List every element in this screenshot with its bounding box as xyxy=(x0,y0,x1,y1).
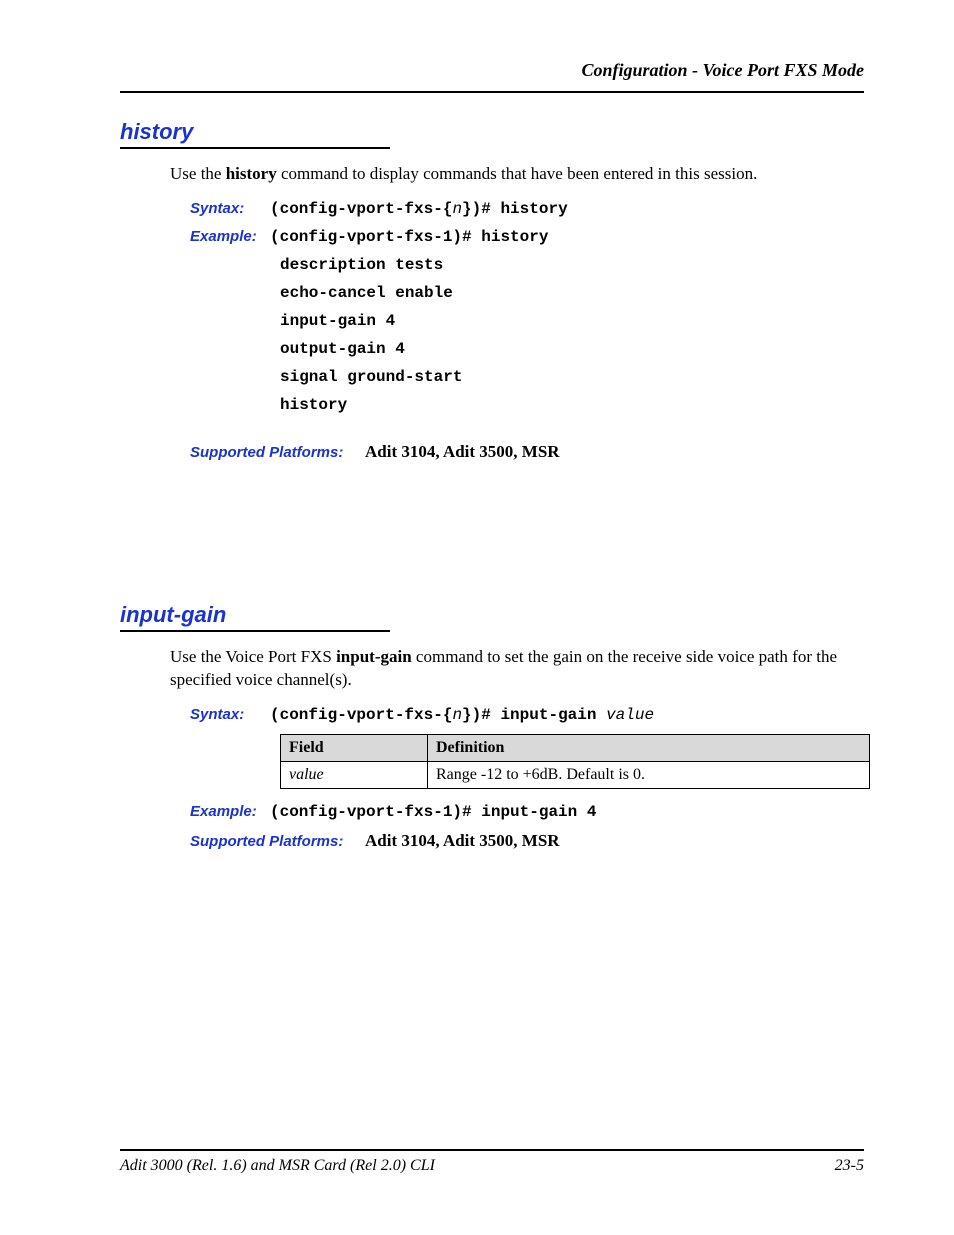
footer-left: Adit 3000 (Rel. 1.6) and MSR Card (Rel 2… xyxy=(120,1157,435,1175)
param-n: n xyxy=(452,706,462,724)
text: Use the xyxy=(170,164,226,183)
text: Use the Voice Port FXS xyxy=(170,647,336,666)
history-example-row: Example: (config-vport-fxs-1)# history xyxy=(190,228,864,246)
input-gain-platforms-row: Supported Platforms: Adit 3104, Adit 350… xyxy=(190,831,864,851)
table-header-row: Field Definition xyxy=(281,734,870,761)
title-rule xyxy=(120,630,390,632)
example-label: Example: xyxy=(190,228,270,245)
example-label: Example: xyxy=(190,803,270,820)
supported-platforms-label: Supported Platforms: xyxy=(190,444,365,461)
supported-platforms-value: Adit 3104, Adit 3500, MSR xyxy=(365,442,560,462)
title-rule xyxy=(120,147,390,149)
text: (config-vport-fxs-{ xyxy=(270,706,452,724)
text: })# history xyxy=(462,200,568,218)
page: Configuration - Voice Port FXS Mode hist… xyxy=(0,0,954,1235)
history-output-line: description tests xyxy=(280,256,864,274)
history-intro: Use the history command to display comma… xyxy=(170,163,864,186)
text: })# input-gain xyxy=(462,706,606,724)
input-gain-syntax-row: Syntax: (config-vport-fxs-{n})# input-ga… xyxy=(190,706,864,724)
text: command to display commands that have be… xyxy=(277,164,758,183)
col-definition: Definition xyxy=(428,734,870,761)
page-footer: Adit 3000 (Rel. 1.6) and MSR Card (Rel 2… xyxy=(120,1149,864,1175)
syntax-label: Syntax: xyxy=(190,706,270,723)
section-title-history: history xyxy=(120,119,864,145)
syntax-label: Syntax: xyxy=(190,200,270,217)
section-title-input-gain: input-gain xyxy=(120,602,864,628)
input-gain-example-row: Example: (config-vport-fxs-1)# input-gai… xyxy=(190,803,864,821)
history-output-line: signal ground-start xyxy=(280,368,864,386)
param-value: value xyxy=(606,706,654,724)
footer-page-number: 23-5 xyxy=(835,1157,864,1175)
cell-field: value xyxy=(281,761,428,788)
text: (config-vport-fxs-{ xyxy=(270,200,452,218)
history-example-cmd: (config-vport-fxs-1)# history xyxy=(270,228,548,246)
cell-definition: Range -12 to +6dB. Default is 0. xyxy=(428,761,870,788)
supported-platforms-label: Supported Platforms: xyxy=(190,833,365,850)
history-output-line: input-gain 4 xyxy=(280,312,864,330)
running-head: Configuration - Voice Port FXS Mode xyxy=(120,60,864,81)
input-gain-intro: Use the Voice Port FXS input-gain comman… xyxy=(170,646,864,692)
section-input-gain: input-gain Use the Voice Port FXS input-… xyxy=(120,602,864,851)
col-field: Field xyxy=(281,734,428,761)
input-gain-syntax: (config-vport-fxs-{n})# input-gain value xyxy=(270,706,654,724)
command-name: history xyxy=(226,164,277,183)
history-syntax: (config-vport-fxs-{n})# history xyxy=(270,200,568,218)
param-table: Field Definition value Range -12 to +6dB… xyxy=(280,734,870,789)
footer-rule xyxy=(120,1149,864,1151)
command-name: input-gain xyxy=(336,647,412,666)
history-output-line: echo-cancel enable xyxy=(280,284,864,302)
table-row: value Range -12 to +6dB. Default is 0. xyxy=(281,761,870,788)
supported-platforms-value: Adit 3104, Adit 3500, MSR xyxy=(365,831,560,851)
history-platforms-row: Supported Platforms: Adit 3104, Adit 350… xyxy=(190,442,864,462)
history-syntax-row: Syntax: (config-vport-fxs-{n})# history xyxy=(190,200,864,218)
section-history: history Use the history command to displ… xyxy=(120,119,864,462)
history-output-line: history xyxy=(280,396,864,414)
input-gain-example-cmd: (config-vport-fxs-1)# input-gain 4 xyxy=(270,803,596,821)
param-n: n xyxy=(452,200,462,218)
history-output-line: output-gain 4 xyxy=(280,340,864,358)
header-rule xyxy=(120,91,864,93)
